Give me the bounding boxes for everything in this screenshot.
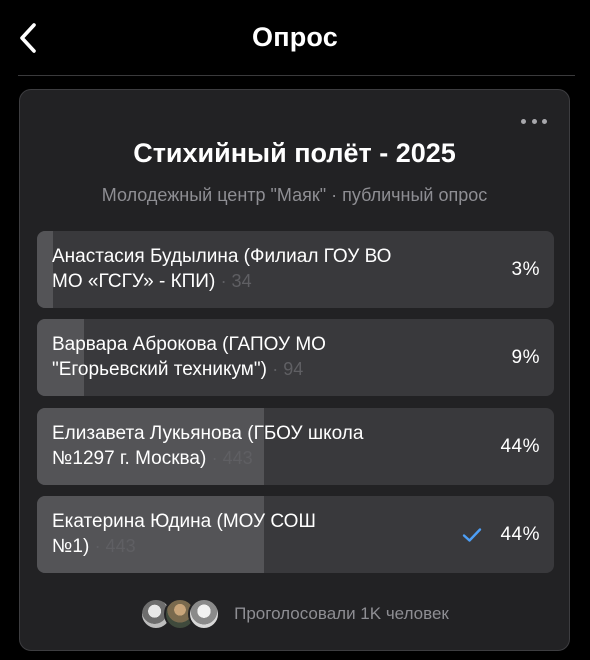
- voter-avatars: [140, 598, 221, 630]
- poll-option[interactable]: Варвара Аброкова (ГАПОУ МО "Егорьевский …: [37, 319, 554, 396]
- more-dots-icon: [521, 118, 526, 124]
- top-bar: Опрос: [0, 0, 590, 76]
- voters-count-text: Проголосовали 1K человек: [234, 604, 449, 623]
- option-vote-count: · 34: [220, 271, 252, 291]
- option-percent: 3%: [511, 258, 540, 280]
- option-label: Екатерина Юдина (МОУ СОШ №1) · 443: [52, 511, 316, 557]
- poll-subtitle: Молодежный центр "Маяк" · публичный опро…: [101, 185, 488, 205]
- more-options-button[interactable]: [521, 114, 547, 128]
- poll-card: Стихийный полёт - 2025 Молодежный центр …: [19, 89, 570, 651]
- page-title: Опрос: [252, 22, 338, 52]
- option-label: Варвара Аброкова (ГАПОУ МО "Егорьевский …: [52, 334, 326, 380]
- option-label: Анастасия Будылина (Филиал ГОУ ВО МО «ГС…: [52, 246, 392, 292]
- option-label: Елизавета Лукьянова (ГБОУ школа №1297 г.…: [52, 423, 364, 469]
- option-percent: 9%: [511, 346, 540, 368]
- header-divider: [18, 75, 575, 76]
- poll-option[interactable]: Анастасия Будылина (Филиал ГОУ ВО МО «ГС…: [37, 231, 554, 308]
- avatar: [188, 598, 221, 630]
- option-vote-count: · 443: [211, 448, 253, 468]
- option-vote-count: · 94: [272, 359, 304, 379]
- option-result-bar: [37, 231, 53, 308]
- option-percent: 44%: [500, 523, 540, 545]
- poll-option[interactable]: Елизавета Лукьянова (ГБОУ школа №1297 г.…: [37, 408, 554, 485]
- option-percent: 44%: [500, 435, 540, 457]
- voters-summary[interactable]: Проголосовали 1K человек: [20, 596, 569, 632]
- poll-title: Стихийный полёт - 2025: [133, 138, 456, 168]
- poll-option-selected[interactable]: Екатерина Юдина (МОУ СОШ №1) · 443 44%: [37, 496, 554, 573]
- checkmark-icon: [462, 496, 482, 573]
- option-vote-count: · 443: [94, 536, 136, 556]
